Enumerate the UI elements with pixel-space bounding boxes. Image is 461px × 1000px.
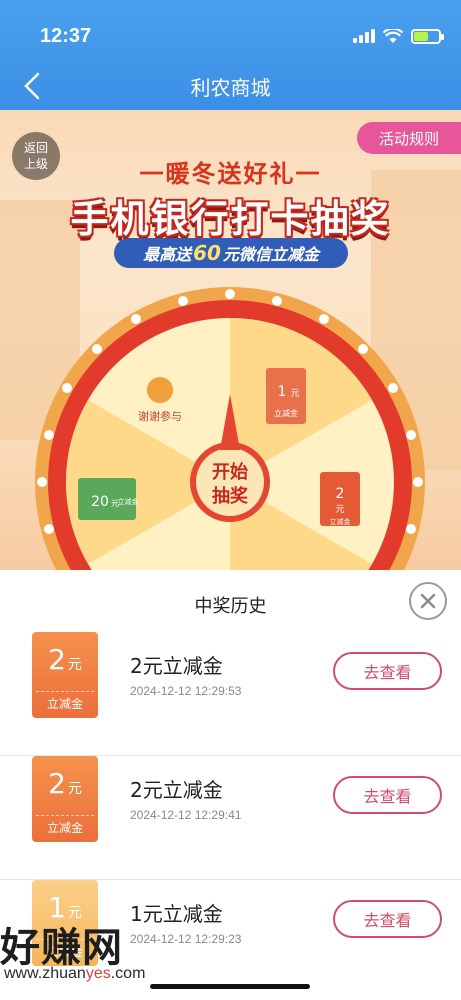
sheet-title: 中奖历史 bbox=[194, 596, 267, 617]
coupon-amount: 2 bbox=[48, 767, 66, 800]
watermark-url-highlight: yes bbox=[85, 965, 111, 982]
record-time: 2024-12-12 12:29:23 bbox=[130, 932, 242, 946]
prize-thanks: 谢谢参与 bbox=[138, 409, 182, 423]
record-time: 2024-12-12 12:29:41 bbox=[130, 808, 242, 822]
watermark-url-prefix: www.zhuan bbox=[4, 965, 86, 982]
promo-prefix: 最高送 bbox=[143, 245, 192, 264]
view-button[interactable]: 去查看 bbox=[333, 652, 442, 690]
signal-icon bbox=[353, 29, 375, 43]
record-name: 2元立减金 bbox=[130, 654, 223, 678]
coupon-unit: 元 bbox=[67, 657, 82, 673]
coupon-label: 立减金 bbox=[46, 697, 83, 711]
watermark-url: www.zhuanyes.com bbox=[4, 965, 145, 983]
prize-20-label: 立减金 bbox=[118, 497, 139, 506]
prize-20-amount: 20 bbox=[91, 494, 109, 510]
prize-2-amount: 2 bbox=[336, 486, 345, 502]
status-bar: 12:37 bbox=[40, 22, 444, 50]
prize-2-unit: 元 bbox=[335, 505, 344, 515]
history-row: 2元 立减金 2元立减金 2024-12-12 12:29:53 去查看 bbox=[0, 632, 461, 756]
banner-title: 手机银行打卡抽奖 bbox=[70, 197, 391, 241]
view-button[interactable]: 去查看 bbox=[333, 900, 442, 938]
coin-icon bbox=[147, 377, 173, 403]
status-time: 12:37 bbox=[40, 24, 92, 47]
coupon-unit: 元 bbox=[67, 781, 82, 797]
page-title: 利农商城 bbox=[190, 75, 271, 100]
record-name: 1元立减金 bbox=[130, 902, 223, 926]
start-label-1[interactable]: 开始 bbox=[212, 461, 248, 483]
top-header: 12:37 利农商城 bbox=[0, 0, 461, 110]
coupon-thumbnail: 2元 立减金 bbox=[32, 756, 98, 842]
record-time: 2024-12-12 12:29:53 bbox=[130, 684, 242, 698]
promo-badge: 最高送 60 元微信立减金 bbox=[114, 238, 348, 268]
nav-bar: 利农商城 bbox=[0, 64, 461, 108]
record-name: 2元立减金 bbox=[130, 778, 223, 802]
rules-button[interactable]: 活动规则 bbox=[357, 122, 461, 154]
history-row: 2元 立减金 2元立减金 2024-12-12 12:29:41 去查看 bbox=[0, 756, 461, 880]
close-icon bbox=[420, 593, 436, 609]
watermark-url-suffix: .com bbox=[110, 965, 146, 982]
view-button[interactable]: 去查看 bbox=[333, 776, 442, 814]
lottery-banner: 返回 上级 活动规则 一暖冬送好礼一 手机银行打卡抽奖 最高送 60 元微信立减… bbox=[0, 110, 461, 580]
coupon-amount: 2 bbox=[48, 643, 66, 676]
prize-1-label: 立减金 bbox=[274, 408, 298, 418]
coupon-label: 立减金 bbox=[46, 821, 83, 835]
promo-suffix: 元微信立减金 bbox=[222, 245, 319, 264]
promo-amount: 60 bbox=[193, 241, 221, 265]
prize-2-label: 立减金 bbox=[330, 517, 351, 526]
battery-icon bbox=[411, 28, 444, 44]
banner-subtitle: 一暖冬送好礼一 bbox=[139, 160, 322, 188]
lottery-wheel: 开始 抽奖 谢谢参与 1 元 立减金 2 元 立减金 20 元 立减金 bbox=[35, 287, 425, 580]
prize-1-amount: 1 bbox=[278, 384, 287, 400]
coupon-thumbnail: 2元 立减金 bbox=[32, 632, 98, 718]
close-button[interactable] bbox=[409, 582, 447, 620]
start-label-2[interactable]: 抽奖 bbox=[212, 485, 249, 507]
prize-1-unit: 元 bbox=[290, 389, 299, 399]
back-arrow-icon[interactable] bbox=[18, 70, 48, 102]
status-icons bbox=[353, 28, 444, 44]
home-indicator[interactable] bbox=[150, 984, 310, 989]
wifi-icon bbox=[383, 28, 403, 43]
